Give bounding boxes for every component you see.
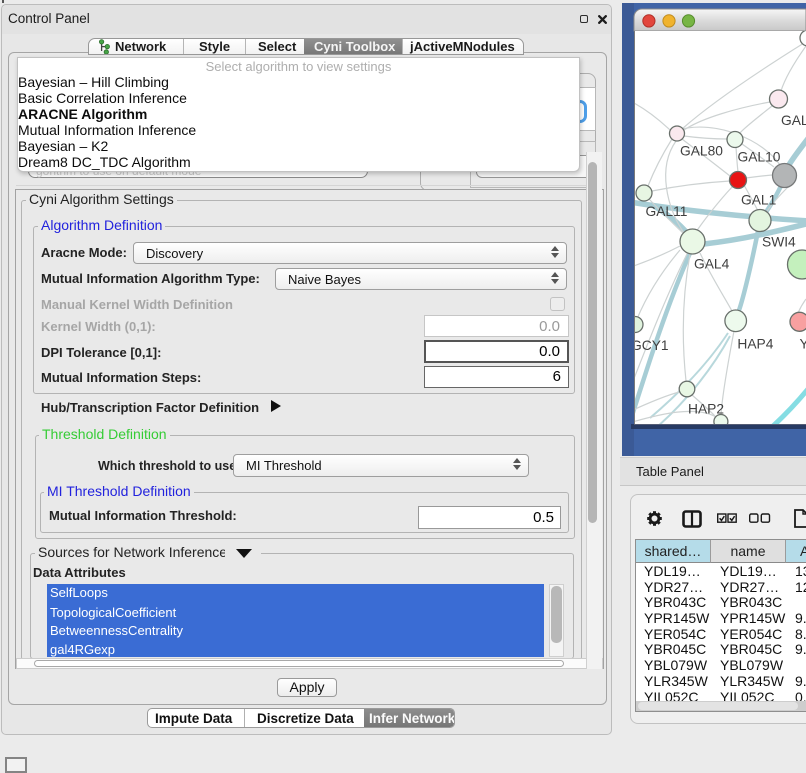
svg-text:HAP2: HAP2 <box>688 402 724 417</box>
svg-text:GAL1: GAL1 <box>741 193 776 208</box>
svg-text:GAL80: GAL80 <box>680 144 723 159</box>
svg-text:GAL2: GAL2 <box>781 113 806 128</box>
svg-text:Y: Y <box>800 337 806 352</box>
svg-text:SWI4: SWI4 <box>762 235 796 250</box>
svg-text:HAP4: HAP4 <box>737 337 773 352</box>
svg-text:GCY1: GCY1 <box>631 338 669 353</box>
svg-text:GAL10: GAL10 <box>738 150 781 165</box>
svg-text:GAL11: GAL11 <box>646 204 688 219</box>
svg-text:GAL4: GAL4 <box>694 257 730 272</box>
